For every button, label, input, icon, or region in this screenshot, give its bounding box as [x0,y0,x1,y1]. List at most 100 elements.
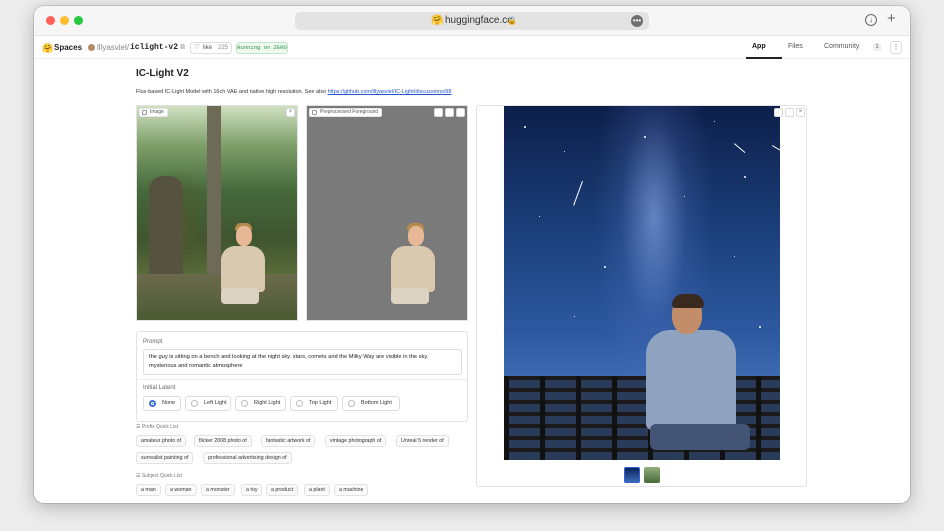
space-menu-button[interactable]: ⋮ [890,41,902,54]
subject-chip[interactable]: a woman [165,484,197,496]
person-legs [650,424,750,450]
subject-chip[interactable]: a machine [334,484,369,496]
share-icon[interactable] [785,108,794,117]
close-icon[interactable]: × [286,108,295,117]
stone-statue [149,176,183,276]
star [524,126,526,128]
input-photo [137,106,297,320]
download-icon[interactable]: ↓ [865,14,877,26]
prefix-chip[interactable]: amateur photo of [136,435,187,447]
discussion-link[interactable]: https://github.com/lllyasviel/IC-Light/d… [328,89,452,95]
space-header: 🤗 Spaces lllyasviel/ iclight-v2 ⧉ ♡ like… [34,37,910,59]
fullscreen-icon[interactable] [456,108,465,117]
image-label-text: Image [150,109,164,115]
owner-link[interactable]: lllyasviel/ [97,43,129,53]
close-window-button[interactable] [46,16,55,25]
star [644,136,646,138]
subject-quick-list-label: ☰ Subject Quick List [136,473,182,479]
input-image-panel[interactable]: Image × [136,105,298,321]
latent-option-right-light[interactable]: Right Light [235,396,286,411]
download-icon[interactable] [774,108,783,117]
initial-latent-label: Initial Latent [143,385,176,391]
radio-icon [241,400,248,407]
hf-logo-icon[interactable]: 🤗 [42,43,53,53]
tab-app[interactable]: App [752,42,766,52]
prompt-input[interactable]: the guy is sitting on a bench and lookin… [143,349,462,375]
radio-icon [348,400,355,407]
person-legs [391,288,429,304]
person-head [408,226,424,246]
running-status-badge: Running on ZERO [236,42,288,54]
tab-files[interactable]: Files [788,42,803,52]
prompt-label: Prompt [143,339,163,345]
description-text: Flux-based IC-Light Model with 16ch VAE … [136,89,328,95]
download-icon[interactable] [434,108,443,117]
like-count: 225 [218,45,229,51]
star [684,196,685,197]
person-hair [672,294,704,308]
radio-selected-icon [149,400,156,407]
prefix-quick-list-label: ☰ Prefix Quick List [136,424,178,430]
close-icon[interactable]: × [796,108,805,117]
image-icon [312,110,317,115]
page-description: Flux-based IC-Light Model with 16ch VAE … [136,88,451,96]
subject-chip[interactable]: a monster [201,484,235,496]
prefix-chip[interactable]: flicker 2008 photo of [194,435,252,447]
lock-icon: 🔒 [507,16,517,25]
person-body [646,330,736,430]
subject-chip[interactable]: a product [266,484,299,496]
minimize-window-button[interactable] [60,16,69,25]
new-tab-button[interactable]: + [887,10,896,28]
person-head [236,226,252,246]
comet [734,143,746,153]
foreground-label-text: Preprocessed Foreground [320,109,379,115]
community-count-badge: 1 [873,43,881,51]
latent-option-top-light[interactable]: Top Light [290,396,338,411]
page-title: IC-Light V2 [136,68,189,79]
star [574,316,575,317]
option-label: Right Light [254,400,281,406]
prefix-chip[interactable]: Unreal 5 render of [396,435,449,447]
zoom-window-button[interactable] [74,16,83,25]
option-label: Top Light [309,400,332,406]
gallery-thumbnail[interactable] [624,467,640,483]
foreground-label: Preprocessed Foreground [309,108,383,117]
more-options-icon[interactable]: ••• [631,15,643,27]
star [604,266,606,268]
gallery-thumbnail[interactable] [644,467,660,483]
result-image[interactable] [504,106,780,460]
prefix-chip[interactable]: vintage photograph of [325,435,387,447]
like-button[interactable]: ♡ like 225 [190,42,232,54]
tree-trunk [207,106,221,276]
copy-icon[interactable]: ⧉ [180,43,185,53]
subject-chip[interactable]: a toy [241,484,263,496]
option-label: None [162,400,176,406]
prefix-chip[interactable]: professional advertising design of [203,452,292,464]
subject-chip[interactable]: a plant [304,484,330,496]
star [564,151,565,152]
browser-window: 🤗 huggingface.co 🔒 ••• ↓ + 🤗 Spaces llly… [34,6,910,503]
repo-name[interactable]: iclight-v2 [130,43,178,53]
person-body [391,246,435,292]
person-body [221,246,265,292]
star [744,176,746,178]
bench [137,274,297,320]
latent-option-bottom-light[interactable]: Bottom Light [342,396,400,411]
star [734,256,735,257]
latent-option-left-light[interactable]: Left Light [185,396,231,411]
prefix-chip[interactable]: fantastic artwork of [261,435,316,447]
foreground-image-panel[interactable]: Preprocessed Foreground [306,105,468,321]
spaces-link[interactable]: Spaces [54,43,82,53]
result-gallery: × [476,105,807,487]
share-icon[interactable] [445,108,454,117]
comet [772,145,780,151]
radio-icon [296,400,303,407]
address-bar[interactable]: 🤗 huggingface.co 🔒 ••• [295,12,649,30]
subject-chip[interactable]: a man [136,484,161,496]
latent-option-none[interactable]: None [143,396,181,411]
prefix-chip[interactable]: surrealist painting of [136,452,194,464]
tab-community[interactable]: Community [824,42,859,52]
site-favicon-icon: 🤗 [431,15,444,26]
star [714,121,715,122]
owner-avatar [88,44,95,51]
